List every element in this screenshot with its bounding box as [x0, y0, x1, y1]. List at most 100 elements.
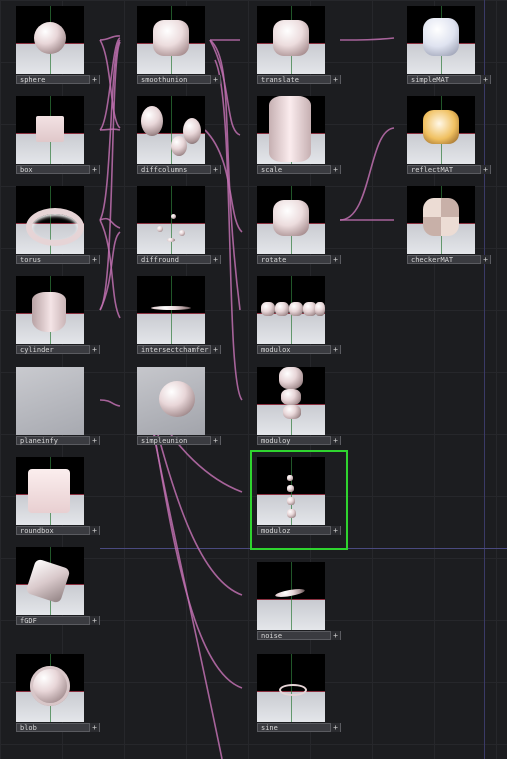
node-label-bar[interactable]: noise + [257, 631, 341, 640]
node-sine[interactable]: sine + [257, 654, 341, 740]
node-view-button[interactable]: + [330, 255, 340, 264]
node-torus[interactable]: torus + [16, 186, 100, 272]
node-label-bar[interactable]: blob + [16, 723, 100, 732]
node-preview[interactable] [137, 276, 205, 344]
wire[interactable] [99, 231, 121, 311]
node-view-button[interactable]: + [89, 75, 99, 84]
node-view-button[interactable]: + [210, 436, 220, 445]
node-modulox[interactable]: modulox + [257, 276, 341, 362]
node-cylinder[interactable]: cylinder + [16, 276, 100, 362]
node-preview[interactable] [16, 547, 84, 615]
node-label-bar[interactable]: diffcolumns + [137, 165, 221, 174]
node-preview[interactable] [16, 96, 84, 164]
node-label-bar[interactable]: modulox + [257, 345, 341, 354]
wire[interactable] [149, 414, 223, 759]
node-preview[interactable] [257, 6, 325, 74]
node-view-button[interactable]: + [210, 165, 220, 174]
node-preview[interactable] [137, 6, 205, 74]
node-preview[interactable] [16, 6, 84, 74]
node-roundbox[interactable]: roundbox + [16, 457, 100, 543]
node-label-bar[interactable]: translate + [257, 75, 341, 84]
node-view-button[interactable]: + [210, 75, 220, 84]
node-moduloz[interactable]: moduloz + [250, 450, 348, 550]
node-preview[interactable] [16, 186, 84, 254]
node-diffround[interactable]: diffround + [137, 186, 221, 272]
node-simplemat[interactable]: simpleMAT + [407, 6, 491, 92]
node-preview[interactable] [407, 186, 475, 254]
node-fgdf[interactable]: fGDF + [16, 547, 100, 633]
node-preview[interactable] [16, 367, 84, 435]
node-label-bar[interactable]: fGDF + [16, 616, 100, 625]
node-label-bar[interactable]: sphere + [16, 75, 100, 84]
node-checkermat[interactable]: checkerMAT + [407, 186, 491, 272]
node-intersectchamfer[interactable]: intersectchamfer + [137, 276, 221, 362]
node-diffcolumns[interactable]: diffcolumns + [137, 96, 221, 182]
node-blob[interactable]: blob + [16, 654, 100, 740]
node-view-button[interactable]: + [330, 165, 340, 174]
node-view-button[interactable]: + [480, 75, 490, 84]
node-preview[interactable] [137, 367, 205, 435]
wire[interactable] [99, 399, 121, 407]
node-scale[interactable]: scale + [257, 96, 341, 182]
node-label-bar[interactable]: checkerMAT + [407, 255, 491, 264]
node-label-bar[interactable]: simpleunion + [137, 436, 221, 445]
node-preview[interactable] [257, 276, 325, 344]
node-label-bar[interactable]: roundbox + [16, 526, 100, 535]
node-view-button[interactable]: + [210, 345, 220, 354]
node-preview[interactable] [257, 457, 325, 525]
wire[interactable] [339, 37, 395, 41]
wire[interactable] [339, 127, 395, 221]
node-view-button[interactable]: + [89, 436, 99, 445]
node-preview[interactable] [257, 654, 325, 722]
node-view-button[interactable]: + [330, 345, 340, 354]
node-view-button[interactable]: + [89, 616, 99, 625]
node-view-button[interactable]: + [330, 723, 340, 732]
node-view-button[interactable]: + [89, 345, 99, 354]
node-planeinfy[interactable]: planeinfy + [16, 367, 100, 453]
node-view-button[interactable]: + [89, 165, 99, 174]
node-label-bar[interactable]: diffround + [137, 255, 221, 264]
node-label-bar[interactable]: simpleMAT + [407, 75, 491, 84]
node-preview[interactable] [137, 186, 205, 254]
node-view-button[interactable]: + [330, 436, 340, 445]
node-sphere[interactable]: sphere + [16, 6, 100, 92]
node-box[interactable]: box + [16, 96, 100, 182]
node-rotate[interactable]: rotate + [257, 186, 341, 272]
node-label-bar[interactable]: moduloy + [257, 436, 341, 445]
node-view-button[interactable]: + [330, 631, 340, 640]
node-label-bar[interactable]: cylinder + [16, 345, 100, 354]
node-view-button[interactable]: + [89, 723, 99, 732]
node-view-button[interactable]: + [210, 255, 220, 264]
node-reflectmat[interactable]: reflectMAT + [407, 96, 491, 182]
node-view-button[interactable]: + [89, 255, 99, 264]
node-translate[interactable]: translate + [257, 6, 341, 92]
node-label-bar[interactable]: sine + [257, 723, 341, 732]
node-label-bar[interactable]: reflectMAT + [407, 165, 491, 174]
node-preview[interactable] [16, 457, 84, 525]
node-preview[interactable] [257, 96, 325, 164]
node-label-bar[interactable]: smoothunion + [137, 75, 221, 84]
node-moduloy[interactable]: moduloy + [257, 367, 341, 453]
node-label-bar[interactable]: rotate + [257, 255, 341, 264]
node-view-button[interactable]: + [89, 526, 99, 535]
node-label-bar[interactable]: moduloz + [257, 526, 341, 535]
node-preview[interactable] [16, 654, 84, 722]
node-preview[interactable] [137, 96, 205, 164]
node-noise[interactable]: noise + [257, 562, 341, 648]
node-simpleunion[interactable]: simpleunion + [137, 367, 221, 453]
node-preview[interactable] [257, 562, 325, 630]
wire[interactable] [99, 35, 121, 41]
node-view-button[interactable]: + [480, 255, 490, 264]
node-preview[interactable] [407, 6, 475, 74]
node-label-bar[interactable]: scale + [257, 165, 341, 174]
node-preview[interactable] [16, 276, 84, 344]
node-preview[interactable] [257, 367, 325, 435]
node-label-bar[interactable]: intersectchamfer + [137, 345, 221, 354]
node-label-bar[interactable]: torus + [16, 255, 100, 264]
node-label-bar[interactable]: box + [16, 165, 100, 174]
node-smoothunion[interactable]: smoothunion + [137, 6, 221, 92]
node-view-button[interactable]: + [330, 526, 340, 535]
node-view-button[interactable]: + [330, 75, 340, 84]
node-label-bar[interactable]: planeinfy + [16, 436, 100, 445]
node-preview[interactable] [407, 96, 475, 164]
